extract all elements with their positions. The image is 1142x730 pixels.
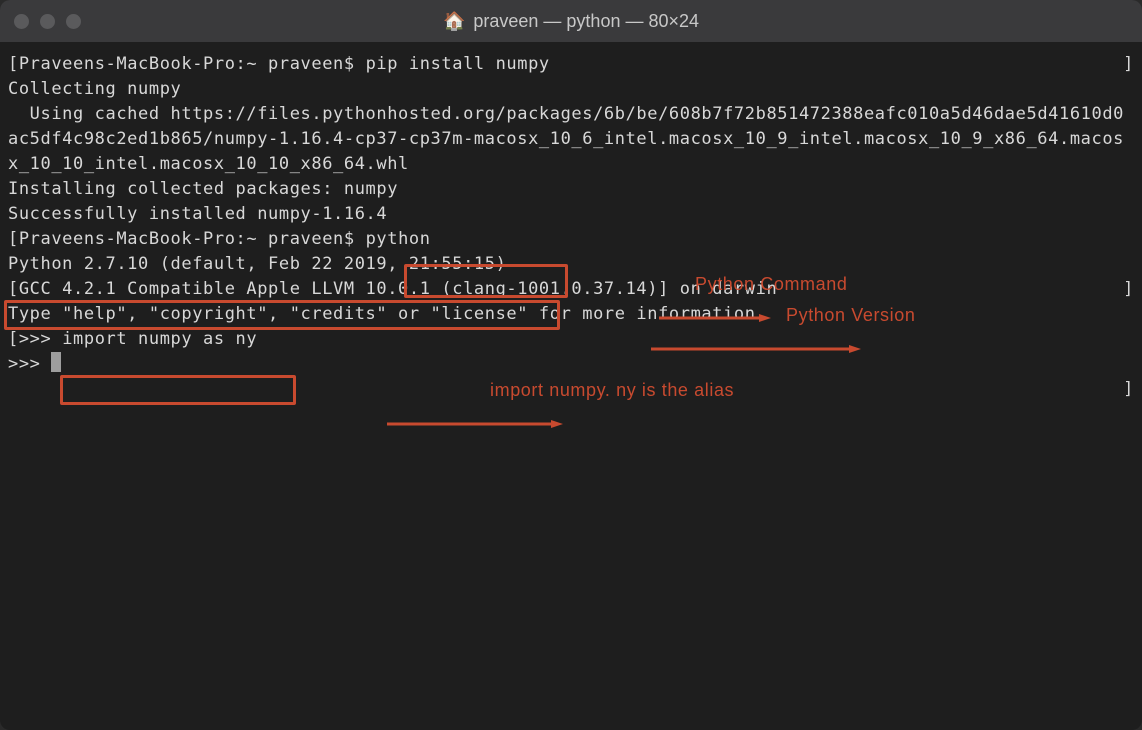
output-line: [GCC 4.2.1 Compatible Apple LLVM 10.0.1 … — [8, 277, 1134, 302]
traffic-lights — [14, 14, 81, 29]
arrow-icon — [300, 386, 563, 461]
bracket-open: [ — [8, 329, 19, 349]
bracket-close: ] — [1123, 52, 1134, 77]
close-icon[interactable] — [14, 14, 29, 29]
titlebar: 🏠 praveen — python — 80×24 — [0, 0, 1142, 42]
python-prompt: >>> — [19, 329, 62, 349]
window-title-text: praveen — python — 80×24 — [473, 11, 699, 32]
shell-command: pip install numpy — [366, 54, 550, 74]
output-line: Successfully installed numpy-1.16.4 — [8, 202, 1134, 227]
terminal-window: 🏠 praveen — python — 80×24 [Praveens-Mac… — [0, 0, 1142, 730]
zoom-icon[interactable] — [66, 14, 81, 29]
output-line: Type "help", "copyright", "credits" or "… — [8, 302, 1134, 327]
annotation-label-import: import numpy. ny is the alias — [490, 378, 734, 403]
python-command: import numpy as ny — [62, 329, 257, 349]
bracket-close: ] — [1123, 377, 1134, 402]
python-version-line: Python 2.7.10 (default, Feb 22 2019, 21:… — [8, 252, 1134, 277]
output-line: Installing collected packages: numpy — [8, 177, 1134, 202]
output-line: Using cached https://files.pythonhosted.… — [8, 102, 1134, 177]
home-icon: 🏠 — [443, 11, 465, 32]
cursor — [51, 352, 61, 372]
bracket-open: [ — [8, 54, 19, 74]
bracket-close: ] — [1123, 277, 1134, 302]
output-line: Collecting numpy — [8, 77, 1134, 102]
shell-prompt: Praveens-MacBook-Pro:~ praveen$ — [19, 229, 366, 249]
window-title: 🏠 praveen — python — 80×24 — [0, 11, 1142, 32]
bracket-open: [ — [8, 229, 19, 249]
minimize-icon[interactable] — [40, 14, 55, 29]
shell-prompt: Praveens-MacBook-Pro:~ praveen$ — [19, 54, 366, 74]
annotation-box-import — [60, 375, 296, 405]
terminal-output[interactable]: [Praveens-MacBook-Pro:~ praveen$ pip ins… — [0, 42, 1142, 730]
shell-command-python: python — [366, 229, 431, 249]
python-prompt: >>> — [8, 354, 51, 374]
